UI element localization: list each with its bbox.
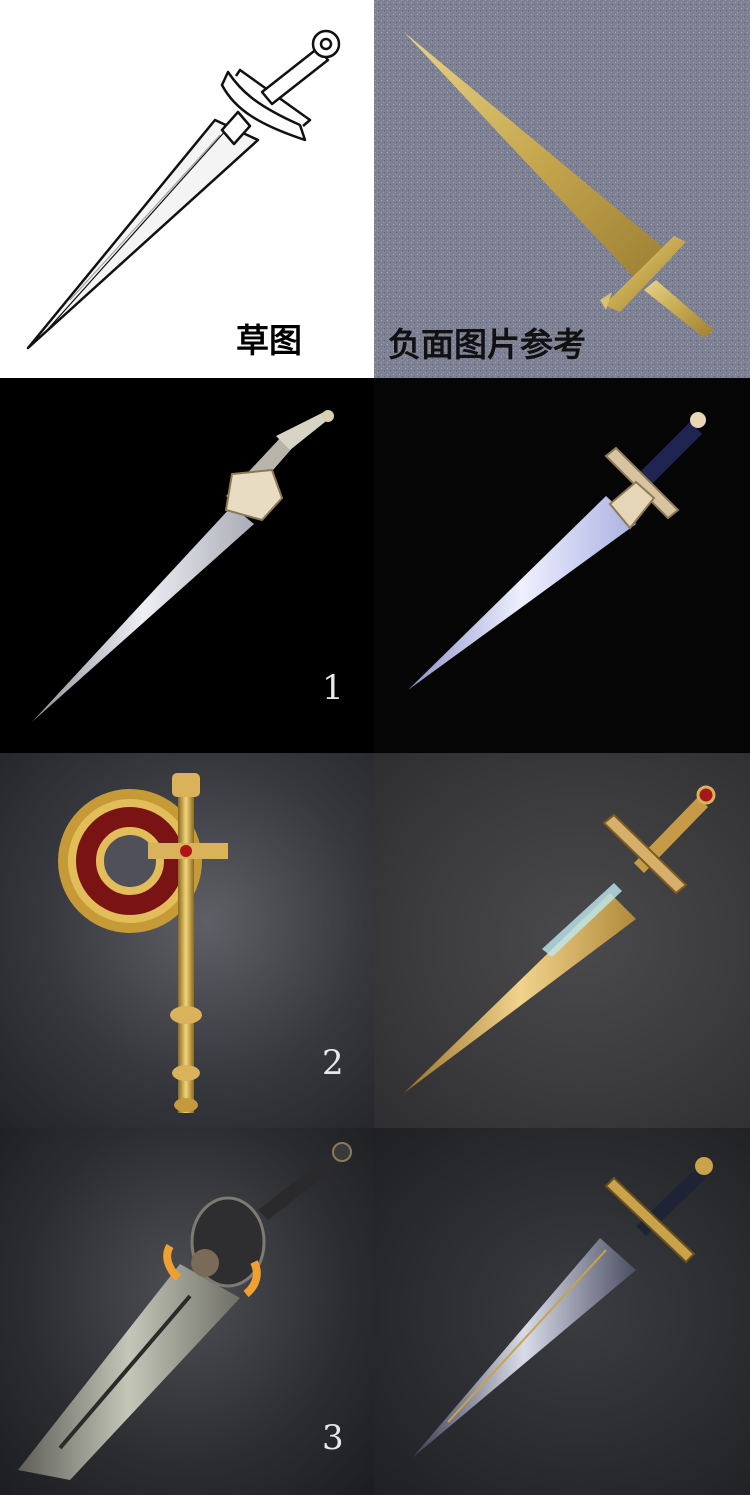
variant-1-sword-image — [32, 410, 334, 722]
negative-reference-panel: 负面图片参考 — [374, 0, 750, 378]
variant-3b-panel — [374, 1128, 750, 1495]
negative-reference-label: 负面图片参考 — [388, 325, 586, 364]
variant-2-scepter-image — [58, 773, 228, 1113]
variant-3-number: 3 — [322, 1418, 344, 1458]
variant-3-sword-image — [18, 1142, 352, 1480]
variant-1b-panel — [374, 378, 750, 753]
variant-3-panel: 3 — [0, 1128, 374, 1495]
variant-1-panel: 1 — [0, 378, 374, 753]
variant-2b-panel — [374, 753, 750, 1128]
sketch-label: 草图 — [236, 321, 302, 360]
variant-2-panel: 2 — [0, 753, 374, 1128]
variant-1b-sword-image — [408, 412, 706, 690]
variant-3b-sword-image — [412, 1157, 713, 1458]
sketch-panel: 草图 — [0, 0, 374, 378]
variant-2b-sword-image — [404, 785, 716, 1093]
sketch-sword-image — [26, 29, 341, 350]
variant-2-number: 2 — [322, 1043, 344, 1083]
variant-1-number: 1 — [322, 668, 344, 708]
